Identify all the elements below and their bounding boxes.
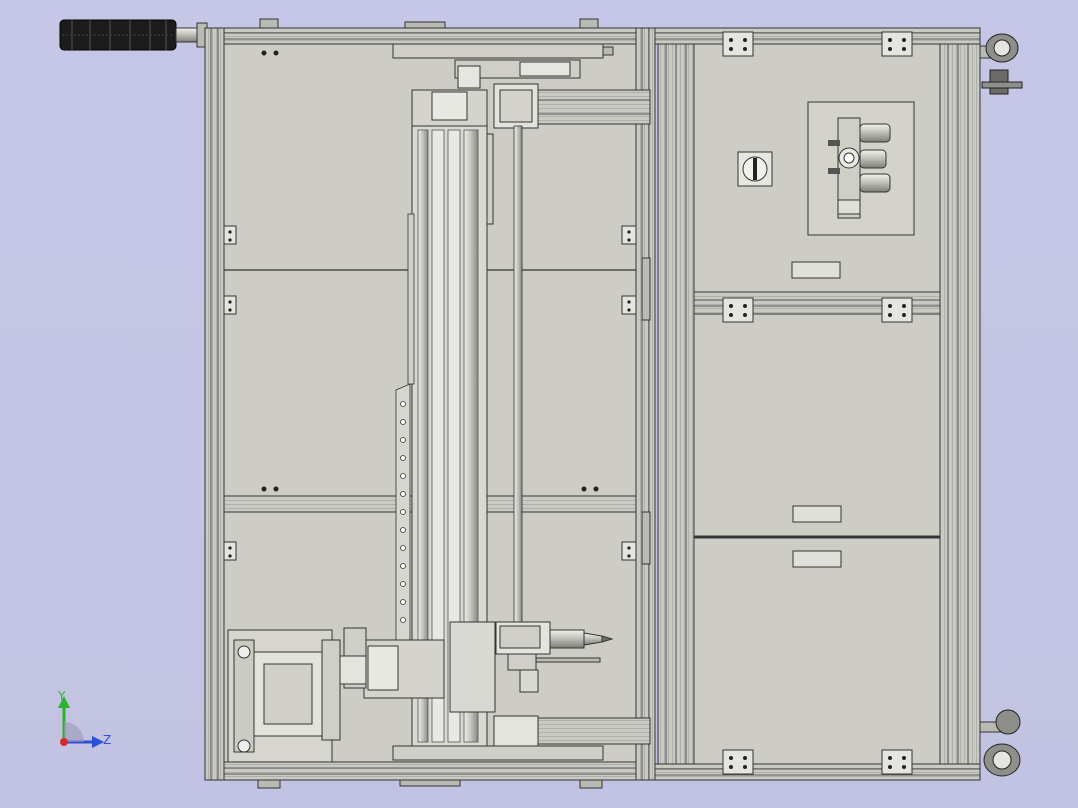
signal-tower[interactable]: [59, 19, 208, 51]
gear-motor[interactable]: [227, 629, 341, 763]
caster-bottom: [979, 709, 1021, 777]
pneumatic-unit[interactable]: [807, 101, 915, 236]
frame-right-bay[interactable]: [654, 27, 1023, 781]
z-axis-label: Z: [103, 733, 111, 747]
cad-graphics-viewport[interactable]: Y Z: [0, 0, 1078, 808]
caster-top: [979, 33, 1023, 95]
cad-drawing[interactable]: Y Z: [0, 0, 1078, 808]
rotary-switch[interactable]: [737, 151, 773, 187]
coordinate-triad: Y Z: [57, 689, 111, 748]
x-axis-dot: [60, 738, 68, 746]
y-axis-label: Y: [57, 689, 66, 703]
